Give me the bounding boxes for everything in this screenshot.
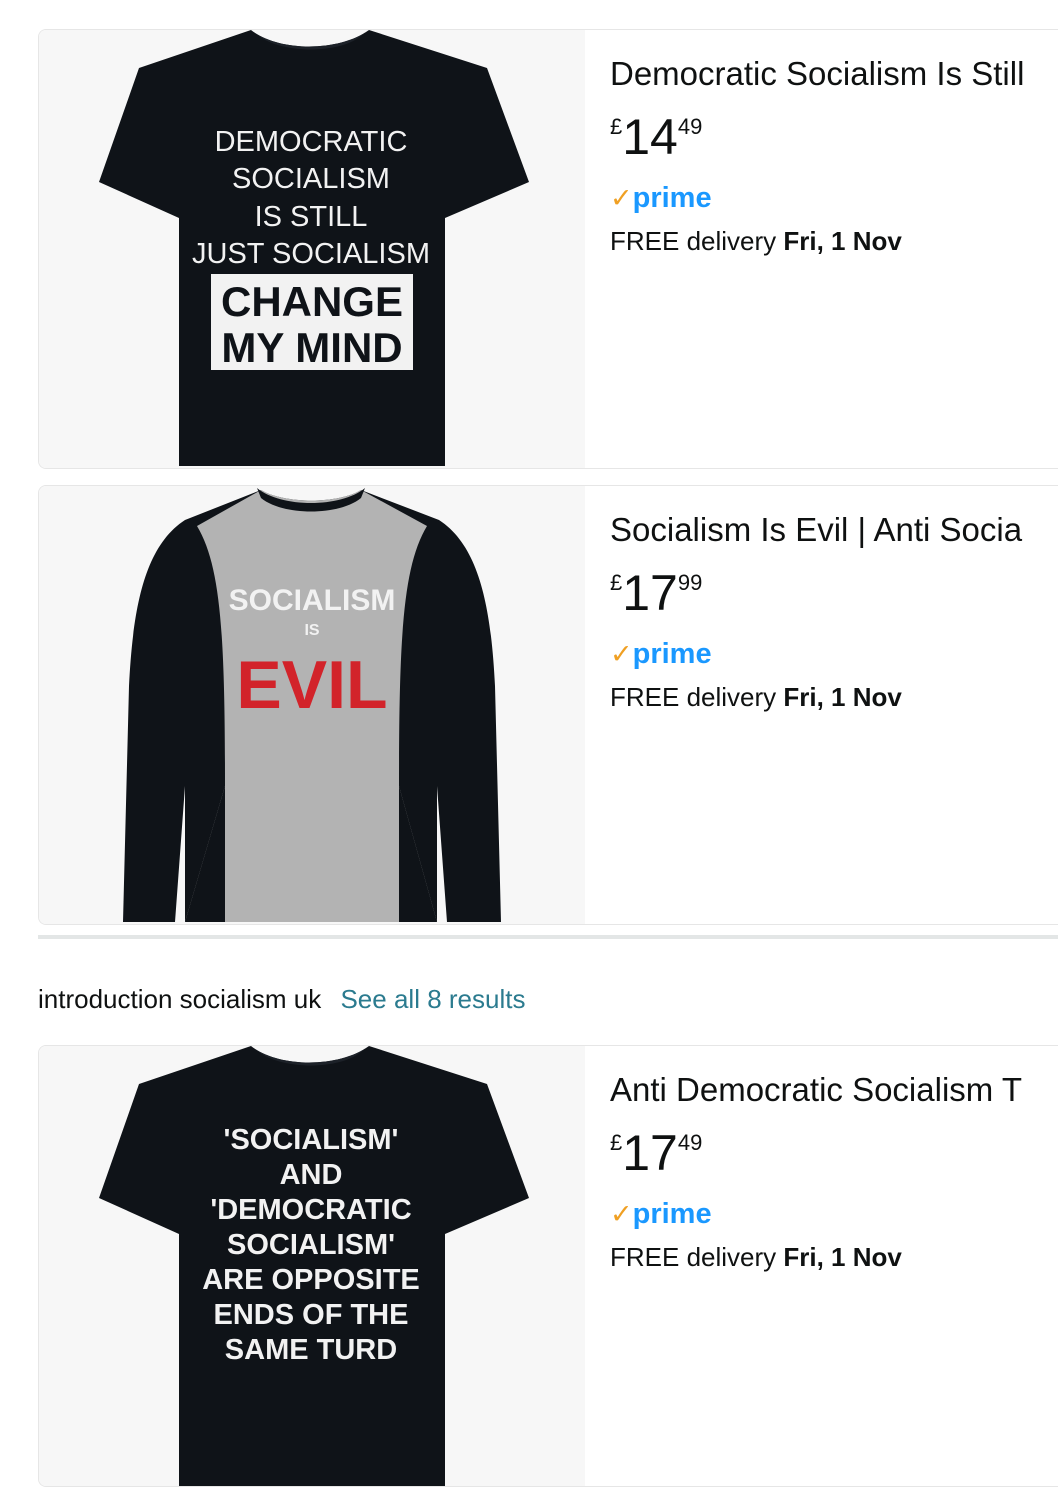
product-title[interactable]: Anti Democratic Socialism T [610,1070,1022,1110]
delivery-info: FREE delivery Fri, 1 Nov [610,226,902,257]
product-card[interactable]: SOCIALISM IS EVIL Socialism Is Evil | An… [38,485,1058,925]
product-price: £1449 [610,112,702,162]
shirt-line: ENDS OF THE [214,1299,409,1331]
prime-check-icon: ✓ [610,183,633,213]
prime-badge: ✓prime [610,182,712,215]
product-price: £1749 [610,1128,702,1178]
section-divider [38,935,1058,939]
prime-label: prime [632,638,712,670]
shirt-line: SOCIALISM [229,584,396,617]
delivery-info: FREE delivery Fri, 1 Nov [610,1242,902,1273]
price-whole: 14 [622,109,678,165]
delivery-prefix: FREE delivery [610,226,784,256]
delivery-date: Fri, 1 Nov [783,682,902,712]
shirt-line: JUST SOCIALISM [192,238,430,270]
shirt-line: DEMOCRATIC [215,126,408,158]
delivery-date: Fri, 1 Nov [783,1242,902,1272]
delivery-info: FREE delivery Fri, 1 Nov [610,682,902,713]
see-all-results-link[interactable]: See all 8 results [340,984,525,1014]
price-whole: 17 [622,1125,678,1181]
product-image[interactable]: SOCIALISM IS EVIL [39,486,585,924]
prime-badge: ✓prime [610,638,712,671]
delivery-prefix: FREE delivery [610,1242,784,1272]
price-whole: 17 [622,565,678,621]
shirt-box-line: MY MIND [221,324,402,371]
shirt-line: IS [304,622,319,639]
shirt-line: IS STILL [255,201,368,233]
shirt-line: SOCIALISM' [227,1229,395,1261]
delivery-date: Fri, 1 Nov [783,226,902,256]
price-currency: £ [610,1130,623,1155]
delivery-prefix: FREE delivery [610,682,784,712]
shirt-line: 'DEMOCRATIC [210,1194,411,1226]
shirt-line: AND [280,1159,343,1191]
prime-check-icon: ✓ [610,639,633,669]
shirt-line: EVIL [236,647,387,723]
shirt-line: ARE OPPOSITE [202,1264,420,1296]
related-search-query: introduction socialism uk [38,984,322,1014]
product-title[interactable]: Democratic Socialism Is Still [610,54,1024,94]
price-currency: £ [610,570,623,595]
tshirt-image: 'SOCIALISM' AND 'DEMOCRATIC SOCIALISM' A… [99,1046,529,1486]
shirt-line: SAME TURD [225,1334,397,1366]
price-currency: £ [610,114,623,139]
product-image[interactable]: DEMOCRATIC SOCIALISM IS STILL JUST SOCIA… [39,30,585,468]
shirt-box-line: CHANGE [221,278,403,325]
product-card[interactable]: DEMOCRATIC SOCIALISM IS STILL JUST SOCIA… [38,29,1058,469]
raglan-shirt-image: SOCIALISM IS EVIL [123,488,501,922]
price-fraction: 49 [677,114,703,139]
prime-label: prime [632,1198,712,1230]
product-card[interactable]: 'SOCIALISM' AND 'DEMOCRATIC SOCIALISM' A… [38,1045,1058,1487]
related-search-header: introduction socialism uk See all 8 resu… [38,984,525,1015]
prime-badge: ✓prime [610,1198,712,1231]
price-fraction: 49 [677,1130,703,1155]
shirt-line: 'SOCIALISM' [224,1124,399,1156]
product-title[interactable]: Socialism Is Evil | Anti Socia [610,510,1022,550]
prime-label: prime [632,182,712,214]
price-fraction: 99 [677,570,703,595]
product-price: £1799 [610,568,702,618]
prime-check-icon: ✓ [610,1199,633,1229]
product-image[interactable]: 'SOCIALISM' AND 'DEMOCRATIC SOCIALISM' A… [39,1046,585,1486]
tshirt-image: DEMOCRATIC SOCIALISM IS STILL JUST SOCIA… [99,30,529,466]
shirt-line: SOCIALISM [232,163,390,195]
